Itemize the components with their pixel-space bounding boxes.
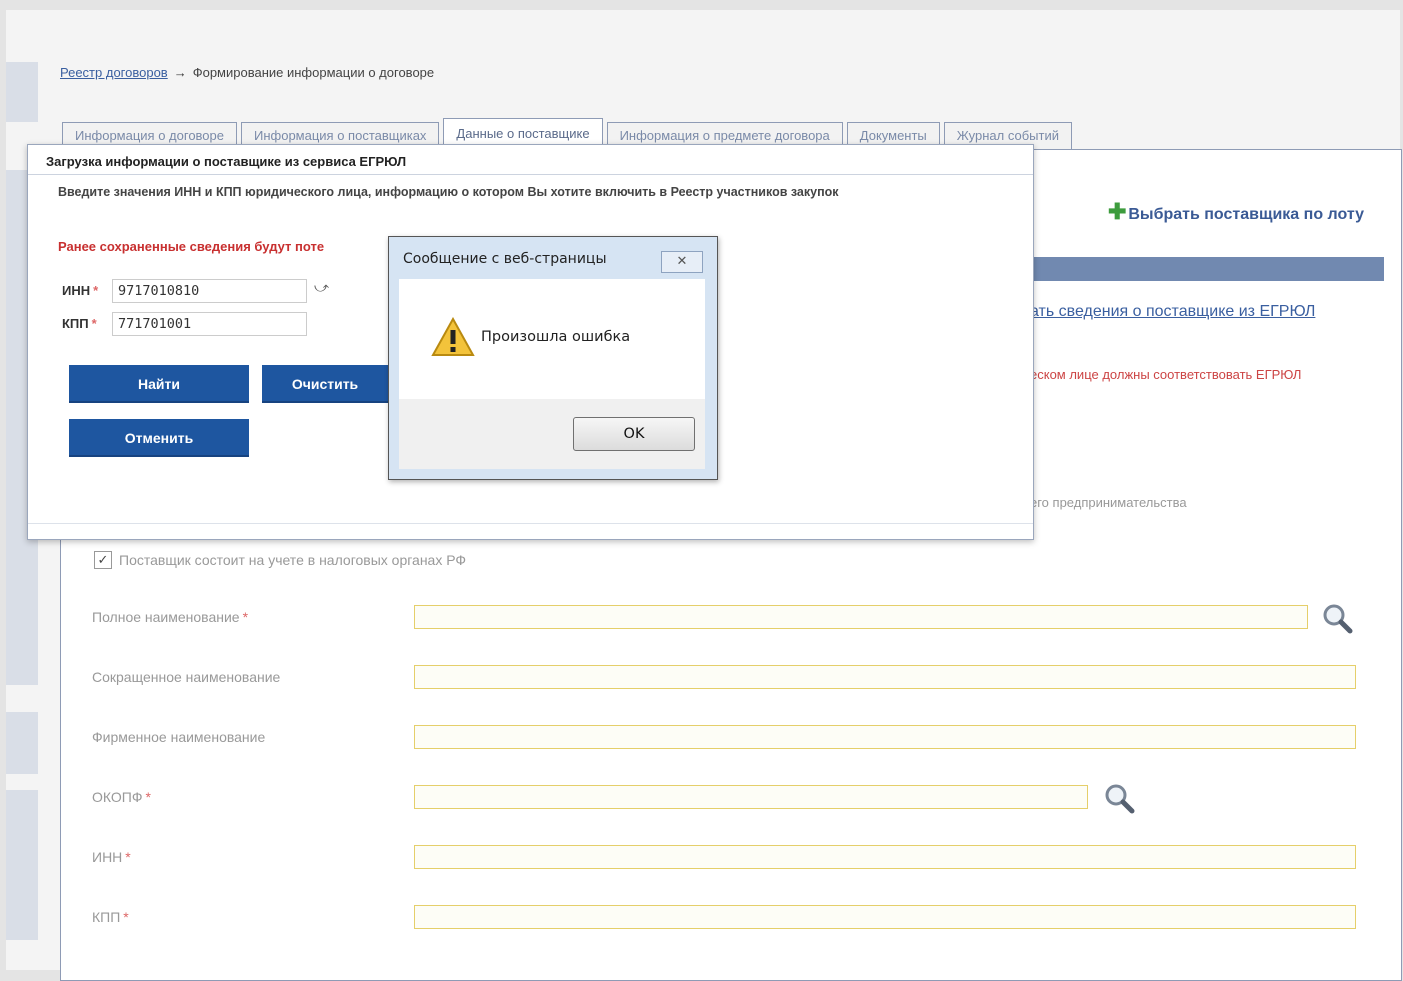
section-header-bar [1024,257,1384,281]
brand-name-label: Фирменное наименование [92,729,266,745]
alert-title: Сообщение с веб-страницы [403,251,607,267]
left-nav-strip [6,790,38,940]
inn-label: ИНН * [92,849,131,865]
okopf-label: ОКОПФ * [92,789,151,805]
inn-field[interactable] [414,845,1356,869]
modal-warning: Ранее сохраненные сведения будут поте [58,239,325,254]
modal-title: Загрузка информации о поставщике из серв… [28,145,1033,175]
breadcrumb: Реестр договоров → Формирование информации… [60,65,434,80]
close-icon[interactable]: ✕ [661,251,703,273]
tax-registration-checkbox-row[interactable]: ✓ Поставщик состоит на учете в налоговых… [94,551,466,569]
okopf-field[interactable] [414,785,1088,809]
modal-inn-label: ИНН * [62,283,99,298]
modal-inn-input[interactable]: 9717010810 [112,279,307,303]
tax-registration-checkbox[interactable]: ✓ [94,551,112,569]
ok-button[interactable]: OK [573,417,695,451]
cancel-button[interactable]: Отменить [69,419,249,457]
warning-icon [431,317,475,356]
brand-name-field[interactable] [414,725,1356,749]
modal-kpp-input[interactable]: 771701001 [112,312,307,336]
breadcrumb-arrow: → [173,65,187,80]
entrepreneurship-label: его предпринимательства [1030,495,1187,510]
kpp-label: КПП * [92,909,129,925]
alert-message: Произошла ошибка [481,329,631,345]
loading-spinner-icon: ⤻ [314,279,329,295]
clear-button[interactable]: Очистить [262,365,388,403]
breadcrumb-registry-link[interactable]: Реестр договоров [60,65,168,80]
short-name-field[interactable] [414,665,1356,689]
kpp-field[interactable] [414,905,1356,929]
plus-icon: ✚ [1107,199,1127,224]
left-nav-strip [6,712,38,774]
find-button[interactable]: Найти [69,365,249,403]
short-name-label: Сокращенное наименование [92,669,281,685]
search-icon[interactable] [1320,601,1354,635]
full-name-label: Полное наименование * [92,609,249,625]
choose-supplier-link[interactable]: ✚ Выбрать поставщика по лоту [1108,199,1364,225]
egrul-note: еском лице должны соответствовать ЕГРЮЛ [1030,367,1302,382]
browser-alert-dialog: Сообщение с веб-страницы ✕ Произошла оши… [388,236,718,480]
load-from-egrul-link[interactable]: ать сведения о поставщике из ЕГРЮЛ [1030,303,1315,321]
modal-divider [28,523,1033,524]
search-icon[interactable] [1102,781,1136,815]
modal-description: Введите значения ИНН и КПП юридического … [58,185,839,199]
choose-supplier-label: Выбрать поставщика по лоту [1128,206,1364,223]
modal-kpp-label: КПП * [62,316,97,331]
tax-registration-label: Поставщик состоит на учете в налоговых о… [119,552,467,568]
left-nav-strip [6,62,38,122]
full-name-field[interactable] [414,605,1308,629]
breadcrumb-current: Формирование информации о договоре [192,65,435,80]
